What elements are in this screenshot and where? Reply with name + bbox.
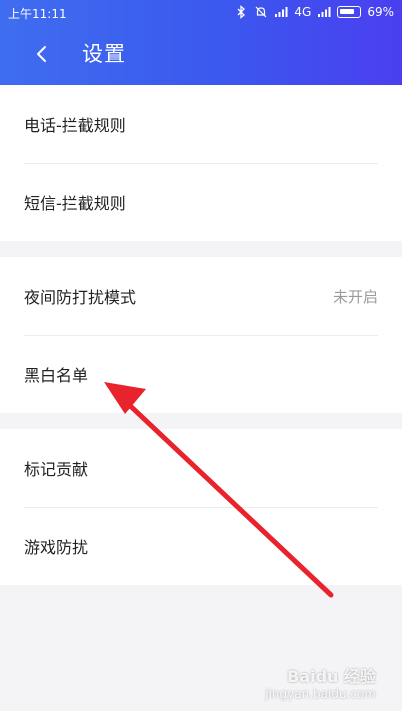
bluetooth-icon [237, 5, 246, 19]
row-night-dnd-mode[interactable]: 夜间防打扰模式 未开启 [0, 257, 402, 335]
row-label: 短信-拦截规则 [24, 194, 126, 213]
row-status-value: 未开启 [332, 287, 378, 306]
mute-bell-icon [255, 6, 267, 18]
row-mark-contribution[interactable]: 标记贡献 [0, 429, 402, 507]
battery-percent: 69% [367, 5, 394, 19]
battery-icon [337, 6, 362, 18]
status-icons: 4G 69% [234, 4, 394, 20]
signal-icon-2 [318, 7, 331, 17]
status-bar: 上午11:11 4G 69% [0, 0, 402, 25]
page-title: 设置 [82, 42, 126, 66]
row-label: 夜间防打扰模式 [24, 288, 137, 307]
row-call-intercept-rules[interactable]: 电话-拦截规则 [0, 85, 402, 163]
baidu-watermark: Baidu 经验 jingyan.baidu.com [265, 663, 376, 701]
network-type: 4G [294, 5, 312, 19]
settings-group-intercept: 电话-拦截规则 短信-拦截规则 [0, 85, 402, 241]
app-header: 上午11:11 4G 69% 设置 [0, 0, 402, 85]
settings-group-privacy: 夜间防打扰模式 未开启 黑白名单 [0, 257, 402, 413]
row-sms-intercept-rules[interactable]: 短信-拦截规则 [0, 163, 402, 241]
chevron-left-icon [37, 46, 46, 62]
row-label: 标记贡献 [24, 460, 89, 479]
row-label: 电话-拦截规则 [24, 116, 126, 135]
watermark-brand: Baidu 经验 [287, 667, 376, 686]
section-gap [0, 241, 402, 257]
settings-group-other: 标记贡献 游戏防扰 [0, 429, 402, 585]
section-gap [0, 413, 402, 429]
row-label: 黑白名单 [24, 366, 89, 385]
back-button[interactable] [26, 38, 58, 70]
row-label: 游戏防扰 [24, 538, 89, 557]
status-time: 上午11:11 [8, 7, 67, 21]
settings-list: 电话-拦截规则 短信-拦截规则 夜间防打扰模式 未开启 黑白名单 标记贡献 游戏… [0, 85, 402, 585]
row-black-white-list[interactable]: 黑白名单 [0, 335, 402, 413]
signal-icon [275, 7, 288, 17]
watermark-url: jingyan.baidu.com [265, 687, 376, 701]
row-game-dnd[interactable]: 游戏防扰 [0, 507, 402, 585]
